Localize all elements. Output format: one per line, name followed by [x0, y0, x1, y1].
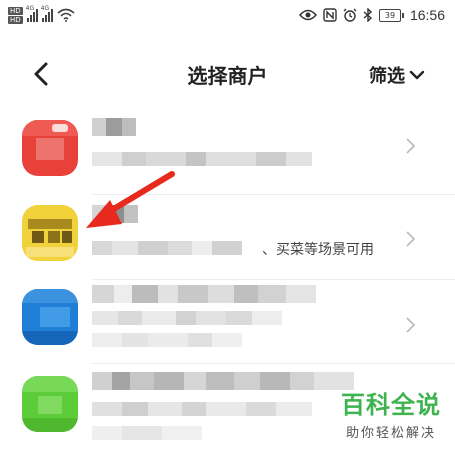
merchant-row-1[interactable]	[0, 108, 455, 195]
watermark: 百科全说 助你轻松解决	[341, 385, 441, 441]
chevron-right-icon	[406, 317, 416, 333]
merchant-logo-3	[22, 289, 78, 345]
eye-icon	[298, 9, 317, 21]
merchant-desc-2: 、买菜等场景可用	[262, 242, 374, 258]
alarm-icon	[343, 8, 357, 22]
merchant-desc-3b	[92, 333, 242, 347]
hd-badges: HD HD	[8, 6, 23, 24]
merchant-desc-4	[92, 402, 312, 416]
signal-icon-2: 4G	[40, 5, 53, 22]
merchant-desc-3	[92, 311, 282, 325]
merchant-logo-4	[22, 376, 78, 432]
wifi-icon	[57, 8, 75, 22]
watermark-slogan: 助你轻松解决	[345, 426, 436, 441]
chevron-down-icon	[409, 70, 425, 80]
signal-icon-1: 4G	[25, 5, 38, 22]
merchant-desc-4b	[92, 426, 202, 440]
filter-button[interactable]: 筛选	[369, 62, 425, 88]
clock: 16:56	[409, 7, 445, 23]
nfc-icon	[323, 8, 337, 22]
battery-level: 39	[378, 8, 401, 22]
network-type-2: 4G	[40, 5, 50, 12]
chevron-right-icon	[406, 231, 416, 247]
merchant-logo-1	[22, 120, 78, 176]
status-left: HD HD 4G 4G	[8, 4, 75, 26]
filter-label: 筛选	[369, 66, 405, 87]
hd-badge-1: HD	[8, 6, 23, 15]
merchant-row-3[interactable]	[0, 279, 455, 365]
merchant-name-2	[92, 205, 138, 223]
merchant-logo-2	[22, 205, 78, 261]
page-header: 选择商户 筛选	[0, 52, 455, 96]
watermark-brand: 百科全说	[341, 391, 441, 419]
merchant-name-3	[92, 285, 316, 303]
merchant-name-1	[92, 118, 136, 136]
chevron-right-icon	[406, 138, 416, 154]
bluetooth-icon	[363, 8, 372, 22]
merchant-row-2[interactable]: 、买菜等场景可用	[0, 195, 455, 281]
status-right: 39 16:56	[298, 5, 445, 25]
status-bar: HD HD 4G 4G 39 16:56	[0, 0, 455, 30]
merchant-desc-1	[92, 152, 312, 166]
battery-icon: 39	[378, 8, 404, 22]
network-type-1: 4G	[25, 5, 35, 12]
merchant-desc-2-blur	[92, 241, 258, 255]
merchant-name-4	[92, 372, 354, 390]
hd-badge-2: HD	[8, 15, 23, 24]
